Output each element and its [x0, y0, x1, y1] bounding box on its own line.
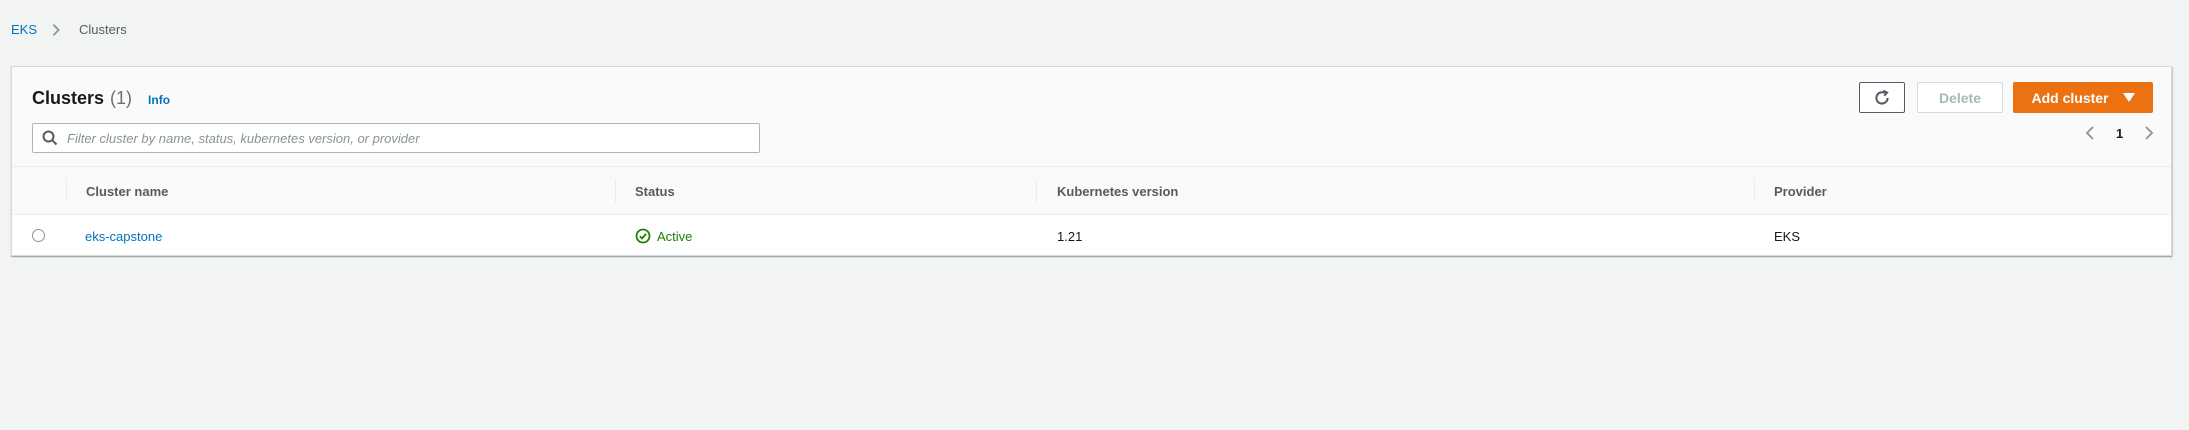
column-divider — [1036, 179, 1037, 203]
column-divider — [66, 179, 67, 203]
add-cluster-label: Add cluster — [2031, 89, 2109, 106]
status-badge: Active — [635, 228, 692, 244]
cell-status: Active — [635, 216, 692, 256]
column-header-kubernetes-version[interactable]: Kubernetes version — [1057, 167, 1178, 215]
search-box — [32, 123, 760, 153]
refresh-icon — [1875, 89, 1889, 104]
breadcrumb-eks-link[interactable]: EKS — [11, 22, 37, 37]
search-icon — [42, 130, 58, 146]
add-cluster-button[interactable]: Add cluster — [2013, 82, 2153, 113]
cell-provider: EKS — [1774, 228, 1801, 244]
page-number[interactable]: 1 — [2116, 126, 2123, 141]
info-link[interactable]: Info — [148, 93, 170, 107]
table-row[interactable]: eks-capstone Active 1.21 EKS — [12, 216, 2171, 256]
cell-kubernetes-version: 1.21 — [1057, 228, 1083, 244]
panel-header: Clusters (1) Info Delete Add cluster — [12, 67, 2171, 167]
chevron-right-icon — [52, 23, 60, 36]
panel-title-row: Clusters (1) Info — [32, 88, 170, 109]
check-circle-icon — [635, 228, 651, 244]
row-select-radio[interactable] — [32, 229, 45, 242]
chevron-left-icon[interactable] — [2082, 125, 2098, 141]
column-divider — [1754, 179, 1755, 203]
cell-cluster-name: eks-capstone — [85, 216, 162, 256]
breadcrumb: EKS Clusters — [11, 22, 127, 37]
caret-down-icon — [2122, 92, 2135, 102]
table-header: Cluster name Status Kubernetes version P… — [12, 167, 2171, 215]
status-text: Active — [657, 228, 693, 244]
clusters-panel: Clusters (1) Info Delete Add cluster — [11, 66, 2172, 256]
column-header-status[interactable]: Status — [635, 167, 675, 215]
cluster-name-link[interactable]: eks-capstone — [85, 229, 162, 244]
column-header-provider[interactable]: Provider — [1774, 167, 1827, 215]
breadcrumb-current: Clusters — [79, 22, 127, 37]
column-header-cluster-name[interactable]: Cluster name — [86, 167, 168, 215]
column-divider — [615, 179, 616, 203]
cluster-count: (1) — [110, 88, 133, 108]
search-input[interactable] — [67, 124, 759, 152]
pagination: 1 — [2082, 125, 2157, 141]
chevron-right-icon[interactable] — [2141, 125, 2157, 141]
refresh-button[interactable] — [1859, 82, 1905, 113]
delete-button[interactable]: Delete — [1917, 82, 2003, 113]
page-title: Clusters — [32, 88, 105, 108]
